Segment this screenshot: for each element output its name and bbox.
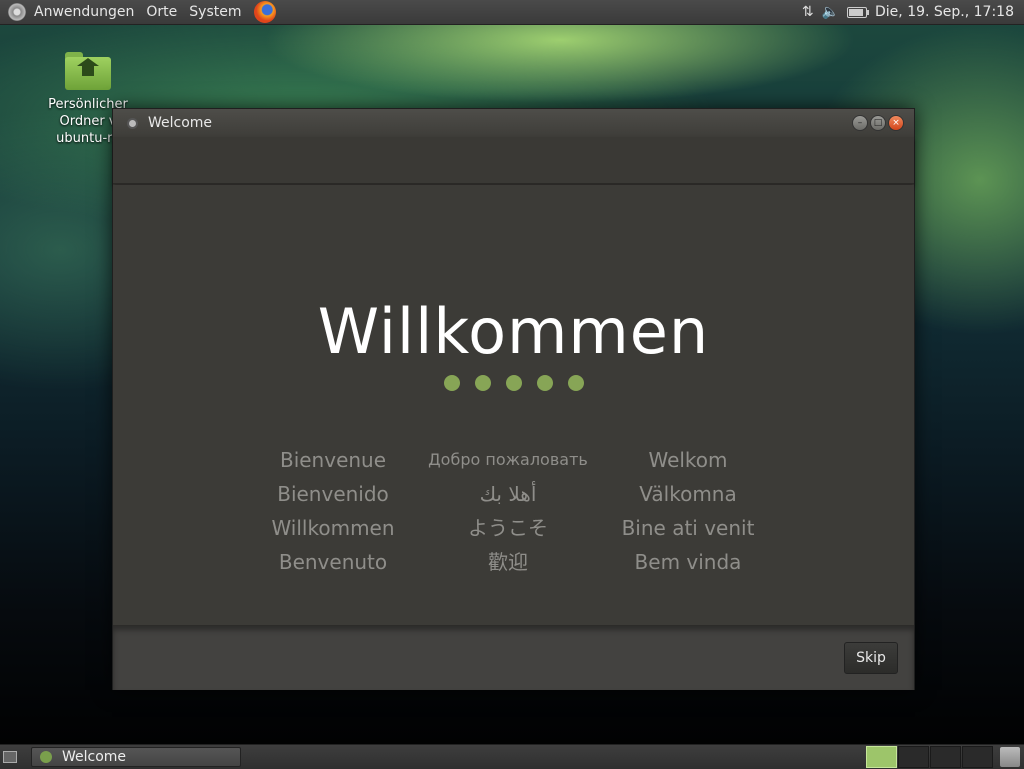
greetings-grid: Bienvenue Добро пожаловать Welkom Bienve…	[238, 443, 768, 579]
welcome-content: Willkommen Bienvenue Добро пожаловать We…	[113, 185, 914, 625]
volume-icon[interactable]: 🔈	[822, 4, 839, 20]
network-updown-icon[interactable]: ⇅	[802, 4, 814, 20]
window-title: Welcome	[148, 115, 213, 131]
greeting-text: Welkom	[648, 448, 728, 472]
progress-dot	[567, 375, 584, 391]
menu-orte[interactable]: Orte	[146, 4, 177, 20]
workspace-switcher	[866, 746, 994, 768]
system-tray: ⇅ 🔈 Die, 19. Sep., 17:18	[802, 4, 1024, 20]
progress-dot	[474, 375, 491, 391]
firefox-launcher-icon[interactable]	[253, 1, 276, 23]
greeting-text: أهلا بك	[479, 482, 537, 506]
greeting-text: Bienvenido	[277, 482, 389, 506]
progress-dot	[443, 375, 460, 391]
window-controls: – □ ×	[852, 115, 914, 131]
welcome-app-icon	[40, 751, 52, 763]
welcome-window: Welcome – □ × Willkommen Bienvenue Добро…	[112, 108, 915, 690]
bottom-panel: Welcome	[0, 744, 1024, 769]
greeting-text: Bem vinda	[634, 550, 742, 574]
main-menu-logo-icon[interactable]	[8, 3, 26, 21]
workspace-4[interactable]	[962, 746, 993, 768]
workspace-1[interactable]	[866, 746, 897, 768]
taskbar-item-label: Welcome	[62, 749, 127, 765]
trash-icon[interactable]	[1000, 747, 1020, 767]
skip-button[interactable]: Skip	[844, 642, 898, 674]
home-folder-icon	[65, 52, 111, 90]
window-titlebar[interactable]: Welcome – □ ×	[113, 109, 914, 137]
top-panel: Anwendungen Orte System ⇅ 🔈 Die, 19. Sep…	[0, 0, 1024, 25]
greeting-text: ようこそ	[468, 516, 548, 540]
welcome-heading: Willkommen	[317, 295, 710, 368]
taskbar-item-welcome[interactable]: Welcome	[31, 747, 241, 767]
greeting-text: 歡迎	[488, 550, 528, 574]
workspace-3[interactable]	[930, 746, 961, 768]
minimize-icon[interactable]: –	[852, 115, 868, 131]
progress-dot	[536, 375, 553, 391]
greeting-text: Benvenuto	[278, 550, 388, 574]
workspace-2[interactable]	[898, 746, 929, 768]
greeting-text: Välkomna	[639, 482, 737, 506]
window-header-area	[113, 137, 914, 184]
window-button-area: Skip	[113, 625, 914, 690]
menu-system[interactable]: System	[189, 4, 241, 20]
show-desktop-icon[interactable]	[3, 751, 17, 763]
menu-anwendungen[interactable]: Anwendungen	[34, 4, 134, 20]
maximize-icon[interactable]: □	[870, 115, 886, 131]
greeting-text: Добро пожаловать	[428, 450, 588, 469]
battery-icon[interactable]	[847, 6, 870, 18]
progress-dot	[505, 375, 522, 391]
clock-datetime[interactable]: Die, 19. Sep., 17:18	[875, 4, 1014, 20]
greeting-text: Willkommen	[271, 516, 395, 540]
greeting-text: Bine ati venit	[621, 516, 755, 540]
close-icon[interactable]: ×	[888, 115, 904, 131]
window-menu-icon[interactable]	[129, 119, 136, 127]
progress-dots	[113, 375, 914, 391]
greeting-text: Bienvenue	[279, 448, 387, 472]
